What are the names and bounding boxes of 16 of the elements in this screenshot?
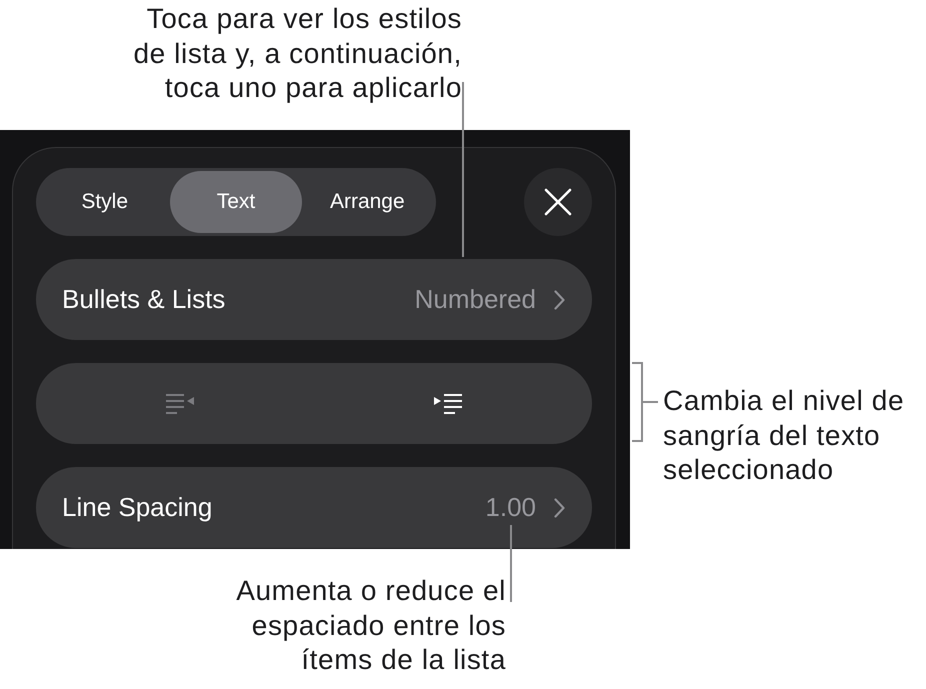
row-value: Numbered [414,284,536,315]
callout-text: Cambia el nivel de sangría del texto seleccionado [663,384,904,487]
chevron-right-icon [554,498,565,518]
row-label: Bullets & Lists [62,284,226,315]
row-value: 1.00 [485,492,536,523]
tab[interactable]: Text [170,171,302,233]
disclosure-row[interactable]: Bullets & Lists Numbered [36,259,592,340]
tab[interactable]: Style [39,171,170,233]
close-icon [544,188,572,216]
callout-text: Aumenta o reduce el espaciado entre los ítems de la lista [236,574,506,677]
indent-icon[interactable] [433,392,463,416]
chevron-right-icon [554,290,565,310]
tab[interactable]: Arrange [302,171,433,233]
row-label: Line Spacing [62,492,212,523]
callout-text: Toca para ver los estilos de lista y, a continuación, toca uno para aplicarlo [133,2,462,105]
disclosure-row[interactable]: Line Spacing 1.00 [36,467,592,548]
